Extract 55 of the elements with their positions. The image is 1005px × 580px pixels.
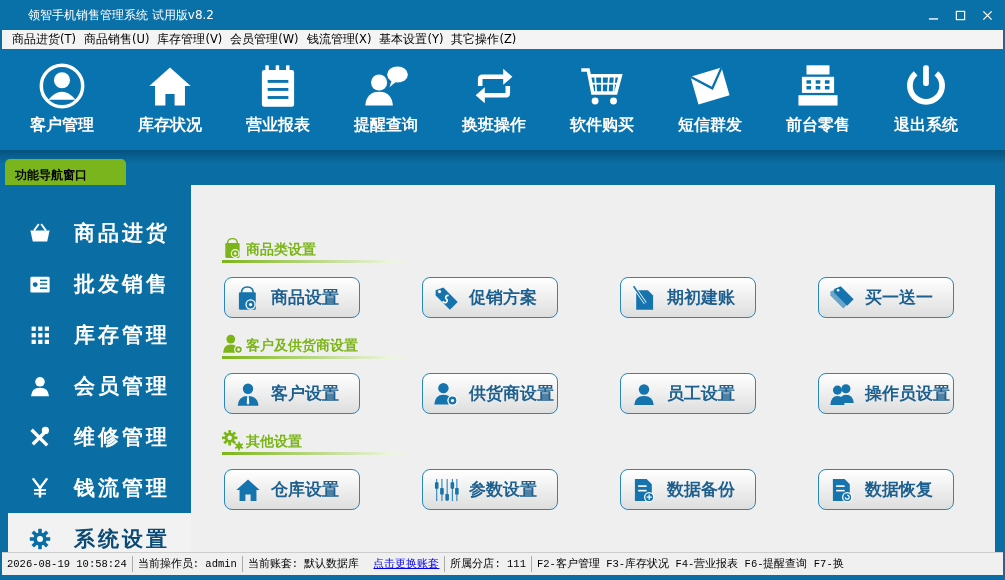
sliders-icon — [433, 476, 459, 503]
menu-item[interactable]: 商品销售(U) — [84, 32, 150, 47]
sidebar-item[interactable]: 系统设置 — [8, 513, 191, 552]
menu-item[interactable]: 会员管理(W) — [230, 32, 299, 47]
function-button[interactable]: 客户设置 — [224, 373, 360, 414]
toolbar-button[interactable]: 前台零售 — [764, 49, 872, 150]
tags-icon — [829, 284, 855, 311]
cash-register-icon — [795, 63, 841, 109]
status-operator: 当前操作员: admin — [132, 556, 243, 572]
menu-item[interactable]: 基本设置(Y) — [379, 32, 444, 47]
function-button[interactable]: 数据备份 — [620, 469, 756, 510]
function-button[interactable]: 操作员设置 — [818, 373, 954, 414]
function-button[interactable]: 仓库设置 — [224, 469, 360, 510]
function-button[interactable]: 商品设置 — [224, 277, 360, 318]
status-branch: 所属分店: 111 — [445, 556, 532, 572]
sidebar-item[interactable]: 钱流管理 — [2, 462, 191, 513]
menu-item[interactable]: 库存管理(V) — [157, 32, 223, 47]
person-speech-icon — [363, 63, 409, 109]
person-circle-icon — [39, 63, 85, 109]
person-gear-icon — [433, 380, 459, 407]
function-button[interactable]: 参数设置 — [422, 469, 558, 510]
sidebar-item[interactable]: 库存管理 — [2, 309, 191, 360]
tools-icon — [28, 424, 52, 449]
toolbar-button[interactable]: 提醒查询 — [332, 49, 440, 150]
function-button[interactable]: 供货商设置 — [422, 373, 558, 414]
status-time: 2026-08-19 10:58:24 — [2, 556, 133, 572]
function-button[interactable]: 期初建账 — [620, 277, 756, 318]
close-icon[interactable] — [982, 9, 993, 21]
person-gear-icon — [222, 333, 244, 355]
toolbar-button[interactable]: 换班操作 — [440, 49, 548, 150]
nav-tab[interactable]: 功能导航窗口 — [5, 159, 126, 185]
function-button[interactable]: 员工设置 — [620, 373, 756, 414]
change-account-link[interactable]: 点击更换账套 — [373, 556, 440, 572]
sidebar-item[interactable]: 会员管理 — [2, 360, 191, 411]
maximize-icon[interactable] — [955, 9, 966, 21]
toolbar-button[interactable]: 短信群发 — [656, 49, 764, 150]
toolbar-button[interactable]: 库存状况 — [116, 49, 224, 150]
toolbar-button[interactable]: 营业报表 — [224, 49, 332, 150]
menu-item[interactable]: 钱流管理(X) — [306, 32, 372, 47]
toolbar-button[interactable]: 退出系统 — [872, 49, 980, 150]
sidebar-item[interactable]: 维修管理 — [2, 411, 191, 462]
menu-item[interactable]: 其它操作(Z) — [451, 32, 517, 47]
menu-item[interactable]: 商品进货(T) — [12, 32, 76, 47]
function-button[interactable]: 买一送一 — [818, 277, 954, 318]
function-button[interactable]: 数据恢复 — [818, 469, 954, 510]
status-shortcuts: F2-客户管理 F3-库存状况 F4-营业报表 F6-提醒查询 F7-换 — [535, 557, 844, 572]
sidebar-item[interactable]: 商品进货 — [2, 207, 191, 258]
status-account: 当前账套: 默认数据库 — [247, 557, 360, 572]
function-button[interactable]: 促销方案 — [422, 277, 558, 318]
sidebar-item[interactable]: 批发销售 — [2, 258, 191, 309]
gear-icon — [28, 526, 52, 551]
window-title: 领智手机销售管理系统 试用版v8.2 — [28, 6, 214, 24]
gears-icon — [222, 429, 244, 451]
toolbar-button[interactable]: 软件购买 — [548, 49, 656, 150]
toolbar-button[interactable]: 客户管理 — [8, 49, 116, 150]
